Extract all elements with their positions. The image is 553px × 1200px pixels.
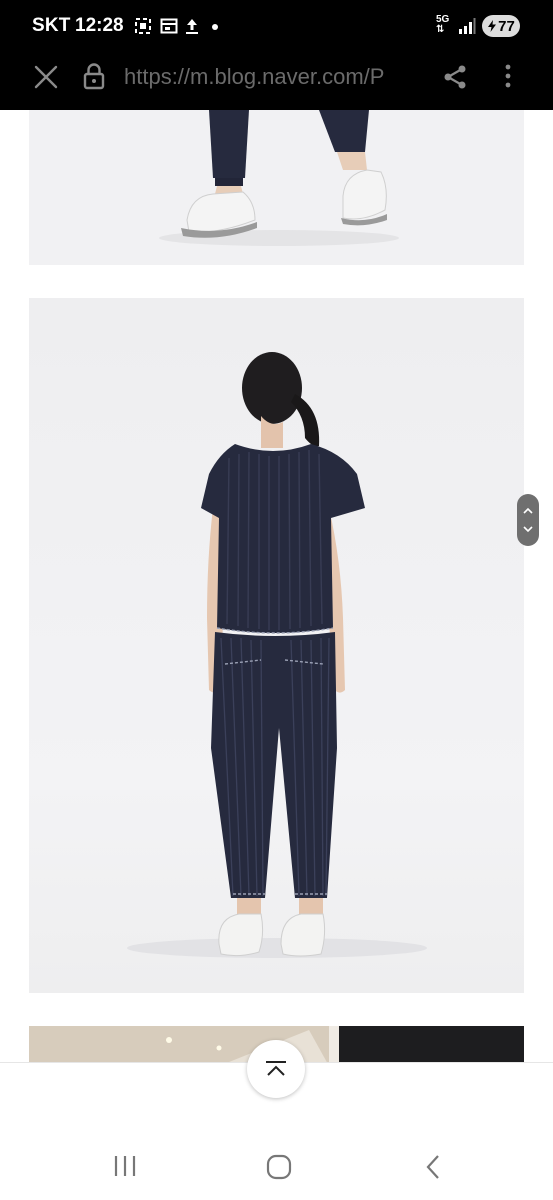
home-icon[interactable] (266, 1154, 292, 1180)
arrow-up-to-top-icon (266, 1061, 286, 1076)
recent-apps-icon[interactable] (112, 1154, 138, 1178)
share-icon[interactable] (442, 64, 468, 90)
browser-top-bar: SKT 12:28 5G ⇅ 77 https://m.blog.naver.c… (0, 0, 553, 110)
chevron-up-icon[interactable] (523, 507, 533, 514)
gallery-icon (160, 17, 178, 35)
system-navigation-bar (0, 1134, 553, 1200)
status-bar: SKT 12:28 5G ⇅ 77 (0, 0, 553, 50)
charging-bolt-icon (488, 20, 497, 32)
screen: SKT 12:28 5G ⇅ 77 https://m.blog.naver.c… (0, 0, 553, 1200)
close-icon[interactable] (33, 64, 59, 90)
product-photo[interactable] (29, 298, 524, 993)
signal-strength-icon (458, 17, 476, 35)
scroll-to-top-button[interactable] (247, 1040, 305, 1098)
battery-level: 77 (498, 17, 515, 35)
scroll-control[interactable] (517, 494, 539, 546)
carrier-label: SKT (32, 15, 71, 36)
clock-time: 12:28 (75, 15, 124, 36)
url-bar: https://m.blog.naver.com/P (0, 50, 553, 110)
url-text[interactable]: https://m.blog.naver.com/P (124, 64, 420, 90)
chevron-down-icon[interactable] (523, 526, 533, 533)
product-photo[interactable] (29, 110, 524, 265)
back-icon[interactable] (424, 1154, 442, 1180)
network-type-label: 5G ⇅ (436, 14, 450, 35)
battery-indicator: 77 (482, 15, 520, 37)
upload-icon (183, 17, 201, 35)
lock-icon[interactable] (82, 62, 106, 90)
notification-dot-icon (212, 24, 218, 30)
screenshot-icon (134, 17, 152, 35)
blog-content (0, 110, 553, 1062)
more-options-icon[interactable] (498, 62, 518, 90)
